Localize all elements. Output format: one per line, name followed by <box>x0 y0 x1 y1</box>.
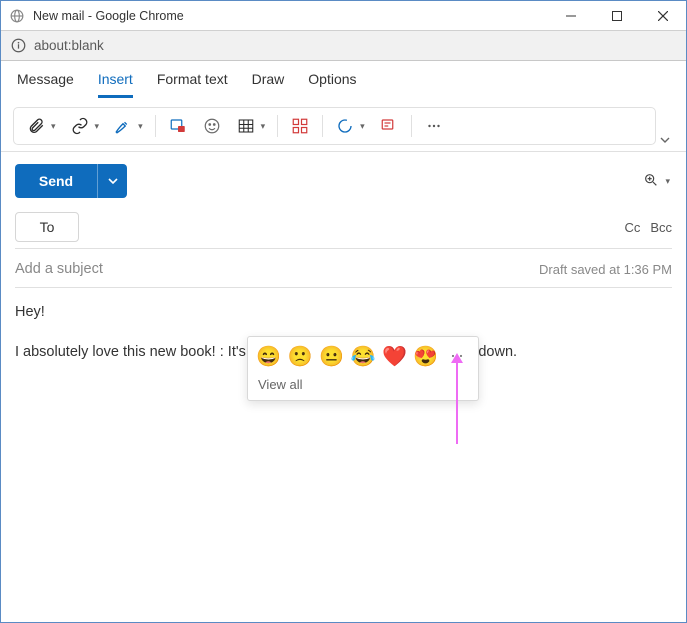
compose-pane: Send ▾ To Cc Bcc Draft saved at 1:36 PM … <box>1 152 686 623</box>
tab-draw[interactable]: Draw <box>252 71 285 95</box>
apps-grid-icon <box>288 114 312 138</box>
zoom-control[interactable]: ▾ <box>643 172 672 191</box>
loop-icon <box>333 114 357 138</box>
tab-insert[interactable]: Insert <box>98 71 133 98</box>
emoji-option-smile[interactable]: 😄 <box>256 343 281 369</box>
magnifier-icon <box>643 172 659 191</box>
chevron-down-icon: ▾ <box>49 121 58 132</box>
tab-message[interactable]: Message <box>17 71 74 95</box>
apps-button[interactable] <box>284 112 316 140</box>
browser-favicon <box>9 8 25 24</box>
separator <box>277 115 278 137</box>
link-icon <box>68 114 92 138</box>
ribbon-toolbar: ▾ ▾ ▾ ▾ <box>13 107 656 145</box>
ribbon-tablist: Message Insert Format text Draw Options <box>1 61 686 101</box>
draft-status: Draft saved at 1:36 PM <box>539 262 672 277</box>
emoji-option-heart[interactable]: ❤️ <box>382 343 407 369</box>
insert-table-button[interactable]: ▾ <box>230 112 272 140</box>
emoji-popover: 😄 🙁 😐 😂 ❤️ 😍 View all <box>247 336 479 401</box>
picture-icon <box>166 114 190 138</box>
paperclip-icon <box>24 114 48 138</box>
separator <box>322 115 323 137</box>
subject-input[interactable] <box>15 261 539 277</box>
window-minimize-button[interactable] <box>548 1 594 31</box>
overflow-button[interactable] <box>418 112 450 140</box>
emoji-icon <box>200 114 224 138</box>
send-options-button[interactable] <box>97 164 127 198</box>
body-line: Hey! <box>15 302 672 324</box>
to-input[interactable] <box>79 212 614 242</box>
signature-button[interactable]: ▾ <box>107 112 149 140</box>
chevron-down-icon: ▾ <box>93 121 102 132</box>
subject-row: Draft saved at 1:36 PM <box>15 261 672 288</box>
recipients-row: To Cc Bcc <box>15 212 672 249</box>
chevron-down-icon: ▾ <box>358 121 367 132</box>
pen-icon <box>111 114 135 138</box>
window-maximize-button[interactable] <box>594 1 640 31</box>
ellipsis-icon <box>422 114 446 138</box>
separator <box>155 115 156 137</box>
chevron-down-icon: ▾ <box>136 121 145 132</box>
tab-format-text[interactable]: Format text <box>157 71 228 95</box>
emoji-option-heart-eyes[interactable]: 😍 <box>413 343 438 369</box>
bcc-button[interactable]: Bcc <box>650 220 672 235</box>
insert-emoji-button[interactable] <box>196 112 228 140</box>
chevron-down-icon: ▾ <box>663 176 672 187</box>
emoji-option-joy[interactable]: 😂 <box>350 343 375 369</box>
url-text[interactable]: about:blank <box>34 38 104 53</box>
poll-icon <box>377 114 401 138</box>
emoji-more-button[interactable] <box>445 343 470 369</box>
tab-options[interactable]: Options <box>308 71 356 95</box>
separator <box>411 115 412 137</box>
insert-picture-button[interactable] <box>162 112 194 140</box>
poll-button[interactable] <box>373 112 405 140</box>
send-split: Send <box>15 164 127 198</box>
attach-file-button[interactable]: ▾ <box>20 112 62 140</box>
browser-url-bar: about:blank <box>1 31 686 61</box>
site-info-icon[interactable] <box>11 38 26 53</box>
emoji-option-frown[interactable]: 🙁 <box>287 343 312 369</box>
to-button[interactable]: To <box>15 212 79 242</box>
table-icon <box>234 114 258 138</box>
loop-button[interactable]: ▾ <box>329 112 371 140</box>
window-titlebar: New mail - Google Chrome <box>1 1 686 31</box>
send-button[interactable]: Send <box>15 164 97 198</box>
chevron-down-icon: ▾ <box>259 121 268 132</box>
ribbon-collapse-button[interactable] <box>656 135 674 145</box>
emoji-viewall-label: View all <box>248 373 478 400</box>
emoji-option-neutral[interactable]: 😐 <box>319 343 344 369</box>
window-close-button[interactable] <box>640 1 686 31</box>
window-title: New mail - Google Chrome <box>33 9 184 23</box>
insert-link-button[interactable]: ▾ <box>64 112 106 140</box>
cc-button[interactable]: Cc <box>624 220 640 235</box>
